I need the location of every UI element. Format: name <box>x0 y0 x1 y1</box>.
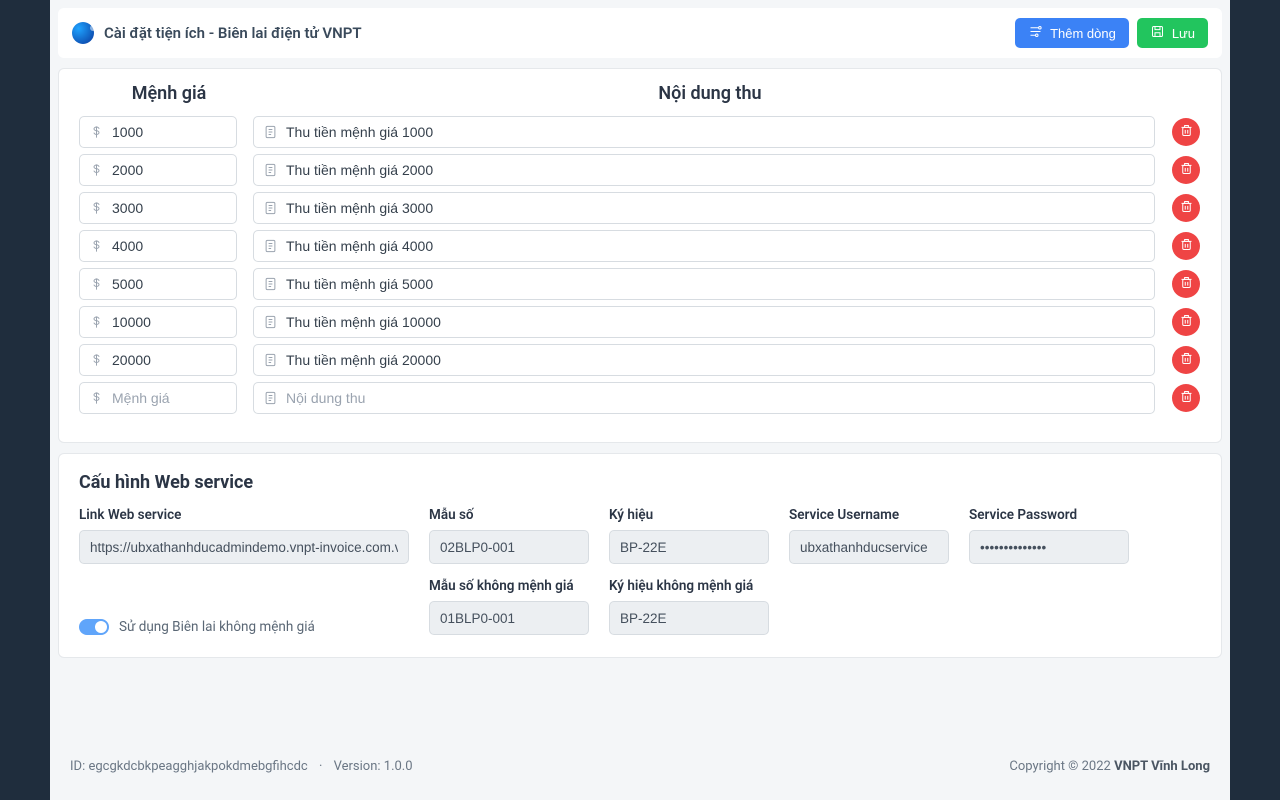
table-row <box>79 306 1201 338</box>
add-row-label: Thêm dòng <box>1050 26 1116 41</box>
table-row <box>79 268 1201 300</box>
footer: ID: egcgkdcbkpeagghjakpokdmebgfihcdc · V… <box>50 759 1230 800</box>
footer-id-prefix: ID: <box>70 759 88 774</box>
desc-input[interactable] <box>253 116 1155 148</box>
amount-input[interactable] <box>79 306 237 338</box>
delete-row-button[interactable] <box>1172 232 1200 260</box>
footer-version: 1.0.0 <box>384 759 413 774</box>
pattern0-input[interactable] <box>429 601 589 635</box>
desc-input[interactable] <box>253 344 1155 376</box>
page-title: Cài đặt tiện ích - Biên lai điện tử VNPT <box>104 24 362 42</box>
desc-header: Nội dung thu <box>259 83 1161 104</box>
save-button[interactable]: Lưu <box>1137 18 1208 48</box>
table-row <box>79 382 1201 414</box>
trash-icon <box>1179 313 1194 331</box>
footer-brand: VNPT Vĩnh Long <box>1114 759 1210 774</box>
delete-row-button[interactable] <box>1172 308 1200 336</box>
desc-input[interactable] <box>253 154 1155 186</box>
link-label: Link Web service <box>79 507 409 523</box>
trash-icon <box>1179 237 1194 255</box>
trash-icon <box>1179 275 1194 293</box>
amount-input[interactable] <box>79 268 237 300</box>
amount-header: Mệnh giá <box>79 83 259 104</box>
amount-input[interactable] <box>79 344 237 376</box>
webservice-title: Cấu hình Web service <box>79 472 1201 493</box>
desc-input[interactable] <box>253 268 1155 300</box>
delete-row-button[interactable] <box>1172 118 1200 146</box>
save-label: Lưu <box>1172 26 1195 41</box>
amount-input[interactable] <box>79 116 237 148</box>
password-input[interactable] <box>969 530 1129 564</box>
trash-icon <box>1179 389 1194 407</box>
username-input[interactable] <box>789 530 949 564</box>
no-denom-toggle-label: Sử dụng Biên lai không mệnh giá <box>119 619 315 635</box>
desc-input[interactable] <box>253 230 1155 262</box>
username-label: Service Username <box>789 507 949 523</box>
webservice-card: Cấu hình Web service Link Web service Mẫ… <box>58 453 1222 658</box>
footer-copyright: Copyright © 2022 <box>1009 759 1114 774</box>
table-row <box>79 116 1201 148</box>
table-row <box>79 344 1201 376</box>
table-row <box>79 154 1201 186</box>
denominations-card: Mệnh giá Nội dung thu <box>58 68 1222 443</box>
amount-input[interactable] <box>79 154 237 186</box>
table-row <box>79 230 1201 262</box>
trash-icon <box>1179 161 1194 179</box>
pattern-input[interactable] <box>429 530 589 564</box>
pattern0-label: Mẫu số không mệnh giá <box>429 578 589 594</box>
trash-icon <box>1179 123 1194 141</box>
serial-input[interactable] <box>609 530 769 564</box>
delete-row-button[interactable] <box>1172 194 1200 222</box>
pattern-label: Mẫu số <box>429 507 589 523</box>
add-row-button[interactable]: Thêm dòng <box>1015 18 1129 48</box>
desc-input[interactable] <box>253 382 1155 414</box>
serial-label: Ký hiệu <box>609 507 769 523</box>
delete-row-button[interactable] <box>1172 270 1200 298</box>
amount-input[interactable] <box>79 382 237 414</box>
trash-icon <box>1179 351 1194 369</box>
footer-id: egcgkdcbkpeagghjakpokdmebgfihcdc <box>88 759 307 774</box>
no-denom-toggle[interactable] <box>79 619 109 635</box>
link-input[interactable] <box>79 530 409 564</box>
save-icon <box>1150 24 1165 42</box>
table-row <box>79 192 1201 224</box>
amount-input[interactable] <box>79 192 237 224</box>
password-label: Service Password <box>969 507 1129 523</box>
delete-row-button[interactable] <box>1172 156 1200 184</box>
serial0-input[interactable] <box>609 601 769 635</box>
desc-input[interactable] <box>253 192 1155 224</box>
sliders-icon <box>1028 24 1043 42</box>
serial0-label: Ký hiệu không mệnh giá <box>609 578 769 594</box>
brand-logo <box>72 22 94 44</box>
delete-row-button[interactable] <box>1172 346 1200 374</box>
footer-version-prefix: Version: <box>334 759 384 774</box>
delete-row-button[interactable] <box>1172 384 1200 412</box>
header-bar: Cài đặt tiện ích - Biên lai điện tử VNPT… <box>58 8 1222 58</box>
trash-icon <box>1179 199 1194 217</box>
amount-input[interactable] <box>79 230 237 262</box>
desc-input[interactable] <box>253 306 1155 338</box>
